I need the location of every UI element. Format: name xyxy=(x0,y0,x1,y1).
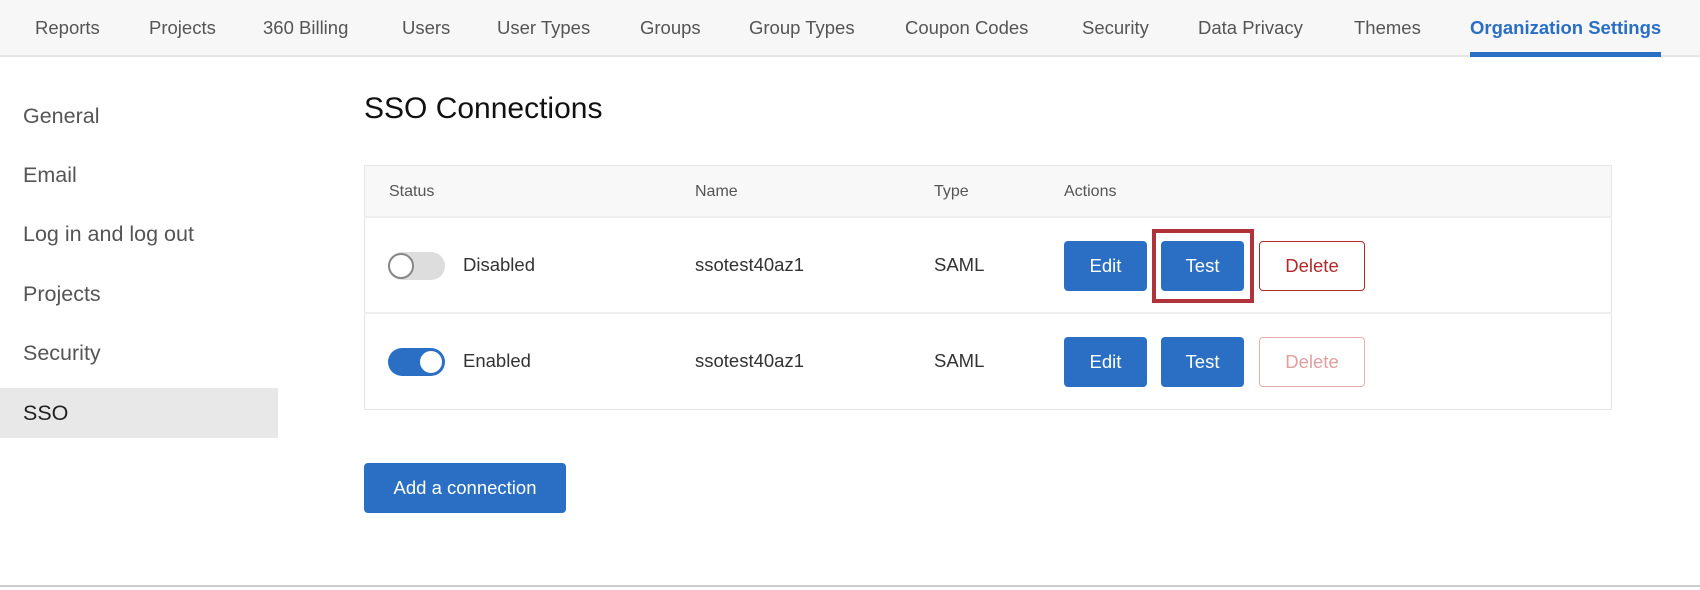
toggle-knob xyxy=(418,349,444,375)
divider xyxy=(0,585,1700,587)
sso-connections-table: Status Name Type Actions Disabled ssotes… xyxy=(364,165,1612,410)
tab-projects[interactable]: Projects xyxy=(149,17,216,39)
header-name: Name xyxy=(695,183,738,200)
tab-reports[interactable]: Reports xyxy=(35,17,100,39)
header-status: Status xyxy=(389,183,435,200)
tab-coupon-codes[interactable]: Coupon Codes xyxy=(905,17,1028,39)
status-text: Enabled xyxy=(463,350,531,371)
edit-button[interactable]: Edit xyxy=(1064,337,1147,387)
delete-button-disabled: Delete xyxy=(1259,337,1365,387)
test-button[interactable]: Test xyxy=(1161,241,1244,291)
toggle-knob xyxy=(388,253,414,279)
connection-type: SAML xyxy=(934,254,985,275)
header-type: Type xyxy=(934,183,969,200)
tab-groups[interactable]: Groups xyxy=(640,17,701,39)
tab-360-billing[interactable]: 360 Billing xyxy=(263,17,348,39)
status-text: Disabled xyxy=(463,254,535,275)
tab-user-types[interactable]: User Types xyxy=(497,17,590,39)
delete-button[interactable]: Delete xyxy=(1259,241,1365,291)
tab-themes[interactable]: Themes xyxy=(1354,17,1421,39)
sidebar-item-security[interactable]: Security xyxy=(0,328,278,378)
connection-type: SAML xyxy=(934,350,985,371)
page-title: SSO Connections xyxy=(364,92,603,125)
test-button[interactable]: Test xyxy=(1161,337,1244,387)
tab-group-types[interactable]: Group Types xyxy=(749,17,855,39)
top-navigation: Reports Projects 360 Billing Users User … xyxy=(0,0,1700,57)
tab-data-privacy[interactable]: Data Privacy xyxy=(1198,17,1303,39)
header-actions: Actions xyxy=(1064,183,1117,200)
tab-organization-settings[interactable]: Organization Settings xyxy=(1470,17,1662,57)
sidebar-item-projects[interactable]: Projects xyxy=(0,269,278,319)
sidebar-item-email[interactable]: Email xyxy=(0,150,278,200)
sidebar-item-login-logout[interactable]: Log in and log out xyxy=(0,209,278,259)
sidebar-item-sso[interactable]: SSO xyxy=(0,388,278,438)
edit-button[interactable]: Edit xyxy=(1064,241,1147,291)
table-row: Enabled ssotest40az1 SAML Edit Test Dele… xyxy=(365,314,1611,410)
connection-name: ssotest40az1 xyxy=(695,350,805,371)
tab-users[interactable]: Users xyxy=(402,17,450,39)
table-header: Status Name Type Actions xyxy=(365,166,1611,218)
add-connection-button[interactable]: Add a connection xyxy=(364,463,566,513)
tab-security[interactable]: Security xyxy=(1082,17,1149,39)
table-row: Disabled ssotest40az1 SAML Edit Test Del… xyxy=(365,218,1611,314)
status-toggle[interactable] xyxy=(388,252,445,280)
status-toggle[interactable] xyxy=(388,348,445,376)
sidebar-item-general[interactable]: General xyxy=(0,91,278,141)
connection-name: ssotest40az1 xyxy=(695,254,805,275)
